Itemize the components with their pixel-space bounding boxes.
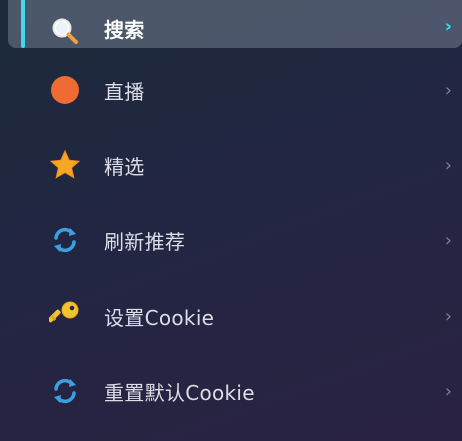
menu-item-refresh-recommend[interactable]: 刷新推荐 › (8, 205, 462, 275)
menu-item-featured[interactable]: 精选 › (8, 130, 462, 200)
active-indicator (21, 0, 25, 48)
menu-item-set-cookie[interactable]: 设置Cookie › (8, 281, 462, 351)
menu-item-label: 重置默认Cookie (104, 380, 255, 405)
menu-item-reset-cookie[interactable]: 重置默认Cookie › (8, 356, 462, 426)
menu-item-label: 直播 (104, 79, 145, 104)
menu-item-label: 精选 (104, 154, 145, 179)
chevron-right-icon: › (444, 229, 452, 251)
menu-item-label: 刷新推荐 (104, 229, 186, 254)
chevron-right-icon: › (444, 154, 452, 176)
chevron-right-icon: › (444, 305, 452, 327)
refresh-icon (48, 223, 82, 257)
refresh-icon (48, 374, 82, 408)
chevron-right-icon: › (444, 16, 452, 37)
side-menu: 搜索 › 直播 › 精选 › 刷新推荐 › 设置Cookie › 重置默认Coo… (0, 0, 462, 441)
key-icon (48, 299, 82, 333)
live-dot-icon (48, 73, 82, 107)
menu-item-label: 设置Cookie (104, 305, 215, 330)
search-icon (48, 14, 82, 48)
chevron-right-icon: › (444, 380, 452, 402)
menu-item-live[interactable]: 直播 › (8, 55, 462, 125)
star-icon (48, 148, 82, 182)
menu-item-label: 搜索 (104, 18, 145, 42)
menu-item-search[interactable]: 搜索 › (8, 0, 462, 48)
chevron-right-icon: › (444, 79, 452, 101)
